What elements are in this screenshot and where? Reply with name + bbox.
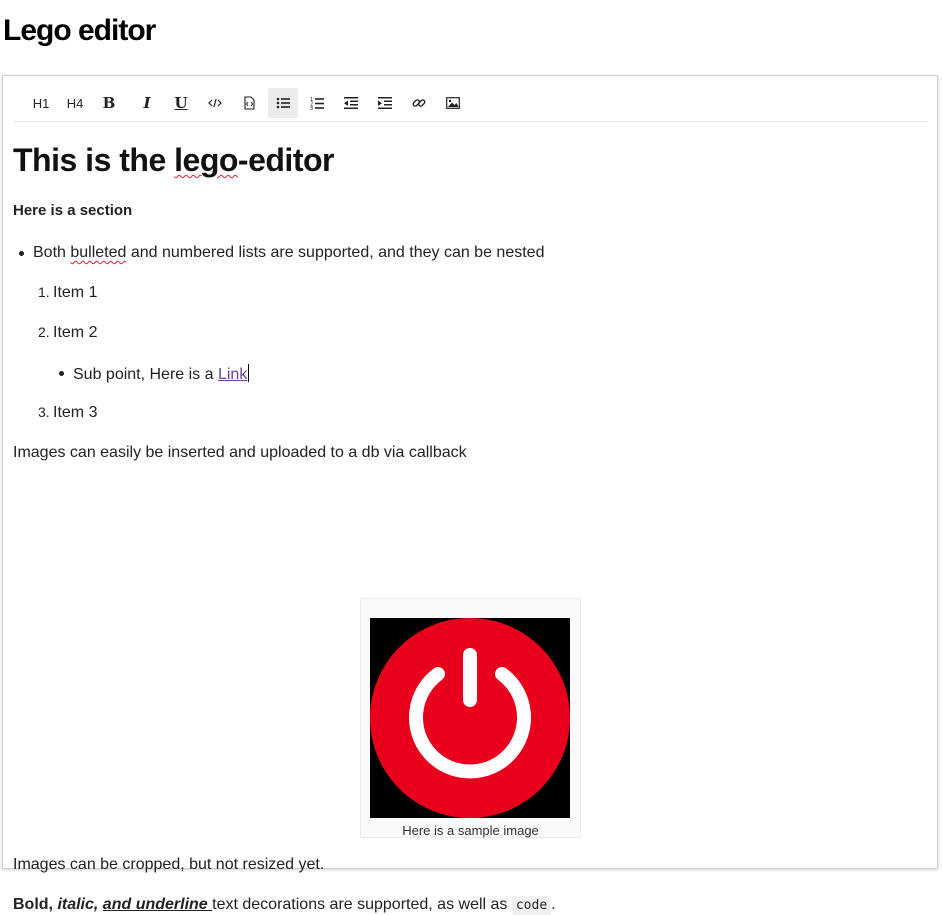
link-button[interactable] [404,88,434,118]
bulleted-list-icon [276,97,290,109]
period-text: . [551,896,556,913]
numbered-item-text: Item 1 [53,284,98,301]
text-cursor [248,364,250,382]
link-icon [412,99,426,107]
toolbar: H1 H4 B I U 123 [13,86,928,122]
sub-point-text: Sub point, Here is a [73,366,218,383]
list-marker: 1. [38,284,50,300]
numbered-item-3: 3. Item 3 [38,404,98,422]
h4-label: H4 [66,95,84,111]
indent-icon [378,97,392,109]
code-block-icon [244,96,255,110]
bold-icon: B [102,94,116,112]
image-icon [446,97,460,109]
decorations-paragraph: Bold, italic, and underline text decorat… [13,896,556,915]
italic-button[interactable]: I [132,88,162,118]
numbered-list-button[interactable]: 123 [302,88,332,118]
images-paragraph: Images can easily be inserted and upload… [13,444,467,461]
crop-paragraph: Images can be cropped, but not resized y… [13,856,325,873]
underline-icon: U [174,94,188,112]
bold-button[interactable]: B [94,88,124,118]
svg-text:3: 3 [310,106,313,110]
heading-text-end: -editor [237,142,335,178]
list-marker: 2. [38,324,50,340]
inline-code-button[interactable] [200,88,230,118]
code-block-button[interactable] [234,88,264,118]
italic-text: italic, [57,896,103,913]
bullet-text-end: and numbered lists are supported, and th… [126,244,545,261]
power-icon [370,618,570,818]
list-marker: 3. [38,404,50,420]
numbered-item-2: 2. Item 2 [38,324,98,342]
heading-text-start: This is the [13,142,175,178]
outdent-button[interactable] [336,88,366,118]
sub-point-link[interactable]: Link [218,366,247,383]
sample-image[interactable] [370,618,570,818]
numbered-item-text: Item 2 [53,324,98,341]
indent-button[interactable] [370,88,400,118]
image-button[interactable] [438,88,468,118]
section-title: Here is a section [13,202,133,219]
sub-point-item: Sub point, Here is a Link [58,364,250,384]
numbered-item-text: Item 3 [53,404,98,421]
h1-label: H1 [32,95,50,111]
h1-button[interactable]: H1 [26,88,56,118]
bulleted-list-button[interactable] [268,88,298,118]
document-heading: This is the lego-editor [13,142,334,179]
bold-text: Bold, [13,896,58,913]
outdent-icon [344,97,358,109]
inline-code: code [511,896,552,915]
list-item: Both bulleted and numbered lists are sup… [18,244,545,262]
bullet-misspelled-word: bulleted [70,244,127,261]
page-title: Lego editor [3,14,156,47]
h4-button[interactable]: H4 [60,88,90,118]
bullet-text-start: Both [33,244,71,261]
code-icon [208,98,222,108]
heading-misspelled-word: lego [174,142,238,178]
editor[interactable]: H1 H4 B I U 123 This is the lego-editor … [2,75,938,915]
numbered-list-icon: 123 [310,97,324,110]
underline-text: and underline [102,896,213,913]
decorations-text: text decorations are supported, as well … [212,896,512,913]
image-figure[interactable]: Here is a sample image [360,598,581,838]
image-caption: Here is a sample image [402,823,539,838]
italic-icon: I [143,94,151,112]
underline-button[interactable]: U [166,88,196,118]
numbered-item-1: 1. Item 1 [38,284,98,302]
